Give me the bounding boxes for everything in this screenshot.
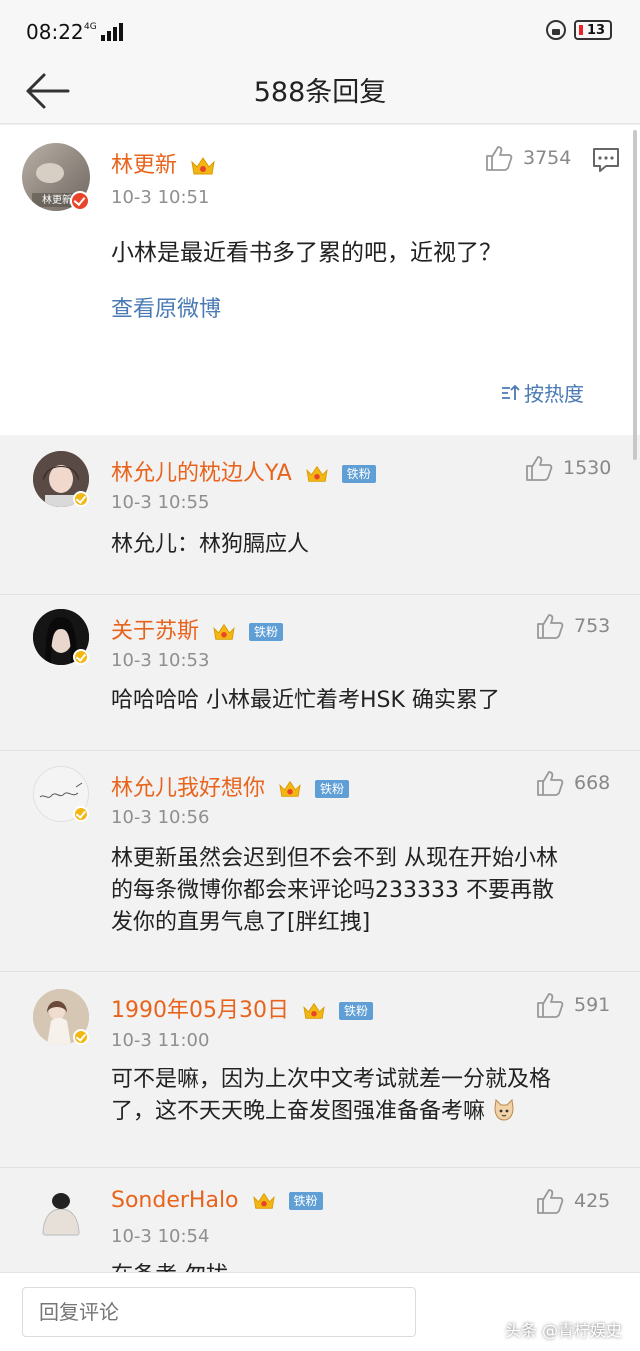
like-button[interactable]: 668 <box>536 770 610 796</box>
crown-icon <box>191 157 215 175</box>
reply-input[interactable] <box>22 1287 416 1337</box>
battery-icon: 13 <box>574 20 612 40</box>
reply-username[interactable]: 林允儿的枕边人YA 铁粉 <box>111 455 376 487</box>
scrollbar[interactable] <box>633 130 637 460</box>
verified-icon <box>70 191 90 211</box>
like-button[interactable]: 425 <box>536 1188 610 1214</box>
reply-time: 10-3 10:54 <box>111 1226 210 1247</box>
status-time: 08:22 <box>26 20 84 44</box>
reply-text: 可不是嘛，因为上次中文考试就差一分就及格 了，这不天天晚上奋发图强准备备考嘛 <box>111 1067 552 1124</box>
list-item: 1990年05月30日 铁粉 10-3 11:00 591 可不是嘛，因为上次中… <box>0 972 640 1168</box>
reply-list: 林允儿的枕边人YA 铁粉 10-3 10:55 1530 林允儿：林狗膈应人 关… <box>0 435 640 1338</box>
signal-icon: 4G <box>84 19 123 41</box>
crown-icon <box>306 465 328 482</box>
reply-time: 10-3 10:55 <box>111 492 210 513</box>
like-count: 1530 <box>563 457 612 479</box>
reply-username[interactable]: 林允儿我好想你 铁粉 <box>111 770 350 802</box>
network-type: 4G <box>84 22 97 32</box>
reply-time: 10-3 10:53 <box>111 650 210 671</box>
verified-icon <box>73 649 89 665</box>
page-title: 588条回复 <box>253 77 387 108</box>
list-item: 林允儿我好想你 铁粉 10-3 10:56 668 林更新虽然会迟到但不会不到 … <box>0 751 640 972</box>
thumbs-up-icon <box>537 1189 564 1214</box>
crown-icon <box>213 623 235 640</box>
sort-label: 按热度 <box>524 382 584 406</box>
crown-icon <box>279 780 301 797</box>
list-item: 关于苏斯 铁粉 10-3 10:53 753 哈哈哈哈 小林最近忙着考HSK 确… <box>0 595 640 751</box>
like-button[interactable]: 1530 <box>525 455 611 481</box>
thumbs-up-icon <box>537 614 564 639</box>
crown-icon <box>303 1002 325 1019</box>
main-comment: 林更新 林更新 10-3 10:51 3754 小林是最近看书多了累的吧，近视了… <box>0 125 640 435</box>
reply-text: 哈哈哈哈 小林最近忙着考HSK 确实累了 <box>111 688 500 713</box>
fan-badge: 铁粉 <box>341 465 376 483</box>
like-count: 425 <box>574 1190 611 1212</box>
reply-time: 10-3 11:00 <box>111 1030 210 1051</box>
battery-level: 13 <box>586 22 606 38</box>
avatar-caption: 林更新 <box>42 195 72 206</box>
thumbs-up-icon <box>486 146 513 171</box>
fan-badge: 铁粉 <box>338 1002 373 1020</box>
view-original-link[interactable]: 查看原微博 <box>111 291 221 323</box>
like-count: 753 <box>574 615 611 637</box>
thumbs-up-icon <box>537 771 564 796</box>
fan-badge: 铁粉 <box>315 780 350 798</box>
like-count: 668 <box>574 772 611 794</box>
sort-icon <box>502 384 520 400</box>
comment-username[interactable]: 林更新 <box>111 147 216 179</box>
fan-badge: 铁粉 <box>288 1192 323 1210</box>
bottom-bar: 头条 @青柠娱史 <box>0 1272 640 1351</box>
like-button[interactable]: 591 <box>536 992 610 1018</box>
reply-username[interactable]: SonderHalo 铁粉 <box>111 1188 323 1213</box>
avatar[interactable] <box>33 1185 89 1241</box>
rotation-lock-icon <box>546 20 566 40</box>
like-count: 3754 <box>523 147 572 169</box>
verified-icon <box>73 491 89 507</box>
like-count: 591 <box>574 994 611 1016</box>
verified-icon <box>73 1029 89 1045</box>
reply-text: 林更新虽然会迟到但不会不到 从现在开始小林 的每条微博你都会来评论吗233333… <box>111 846 558 935</box>
thumbs-up-icon <box>537 993 564 1018</box>
comment-time: 10-3 10:51 <box>111 187 210 208</box>
reply-username[interactable]: 关于苏斯 铁粉 <box>111 613 284 645</box>
fan-badge: 铁粉 <box>249 623 284 641</box>
crown-icon <box>252 1192 275 1209</box>
like-button[interactable]: 3754 <box>485 145 571 171</box>
reply-username[interactable]: 1990年05月30日 铁粉 <box>111 992 373 1024</box>
status-bar: 08:22 4G 13 <box>0 0 640 62</box>
reply-time: 10-3 10:56 <box>111 807 210 828</box>
cat-emoji-icon <box>494 1098 514 1121</box>
sort-toggle[interactable]: 按热度 <box>500 378 584 407</box>
thumbs-up-icon <box>526 456 553 481</box>
like-button[interactable]: 753 <box>536 613 610 639</box>
nav-bar: 588条回复 <box>0 62 640 124</box>
list-item: 林允儿的枕边人YA 铁粉 10-3 10:55 1530 林允儿：林狗膈应人 <box>0 435 640 595</box>
comment-text: 小林是最近看书多了累的吧，近视了？ <box>111 240 502 266</box>
watermark: 头条 @青柠娱史 <box>504 1321 622 1340</box>
verified-icon <box>73 806 89 822</box>
comment-icon[interactable] <box>592 147 620 173</box>
reply-text: 林允儿：林狗膈应人 <box>111 532 310 557</box>
